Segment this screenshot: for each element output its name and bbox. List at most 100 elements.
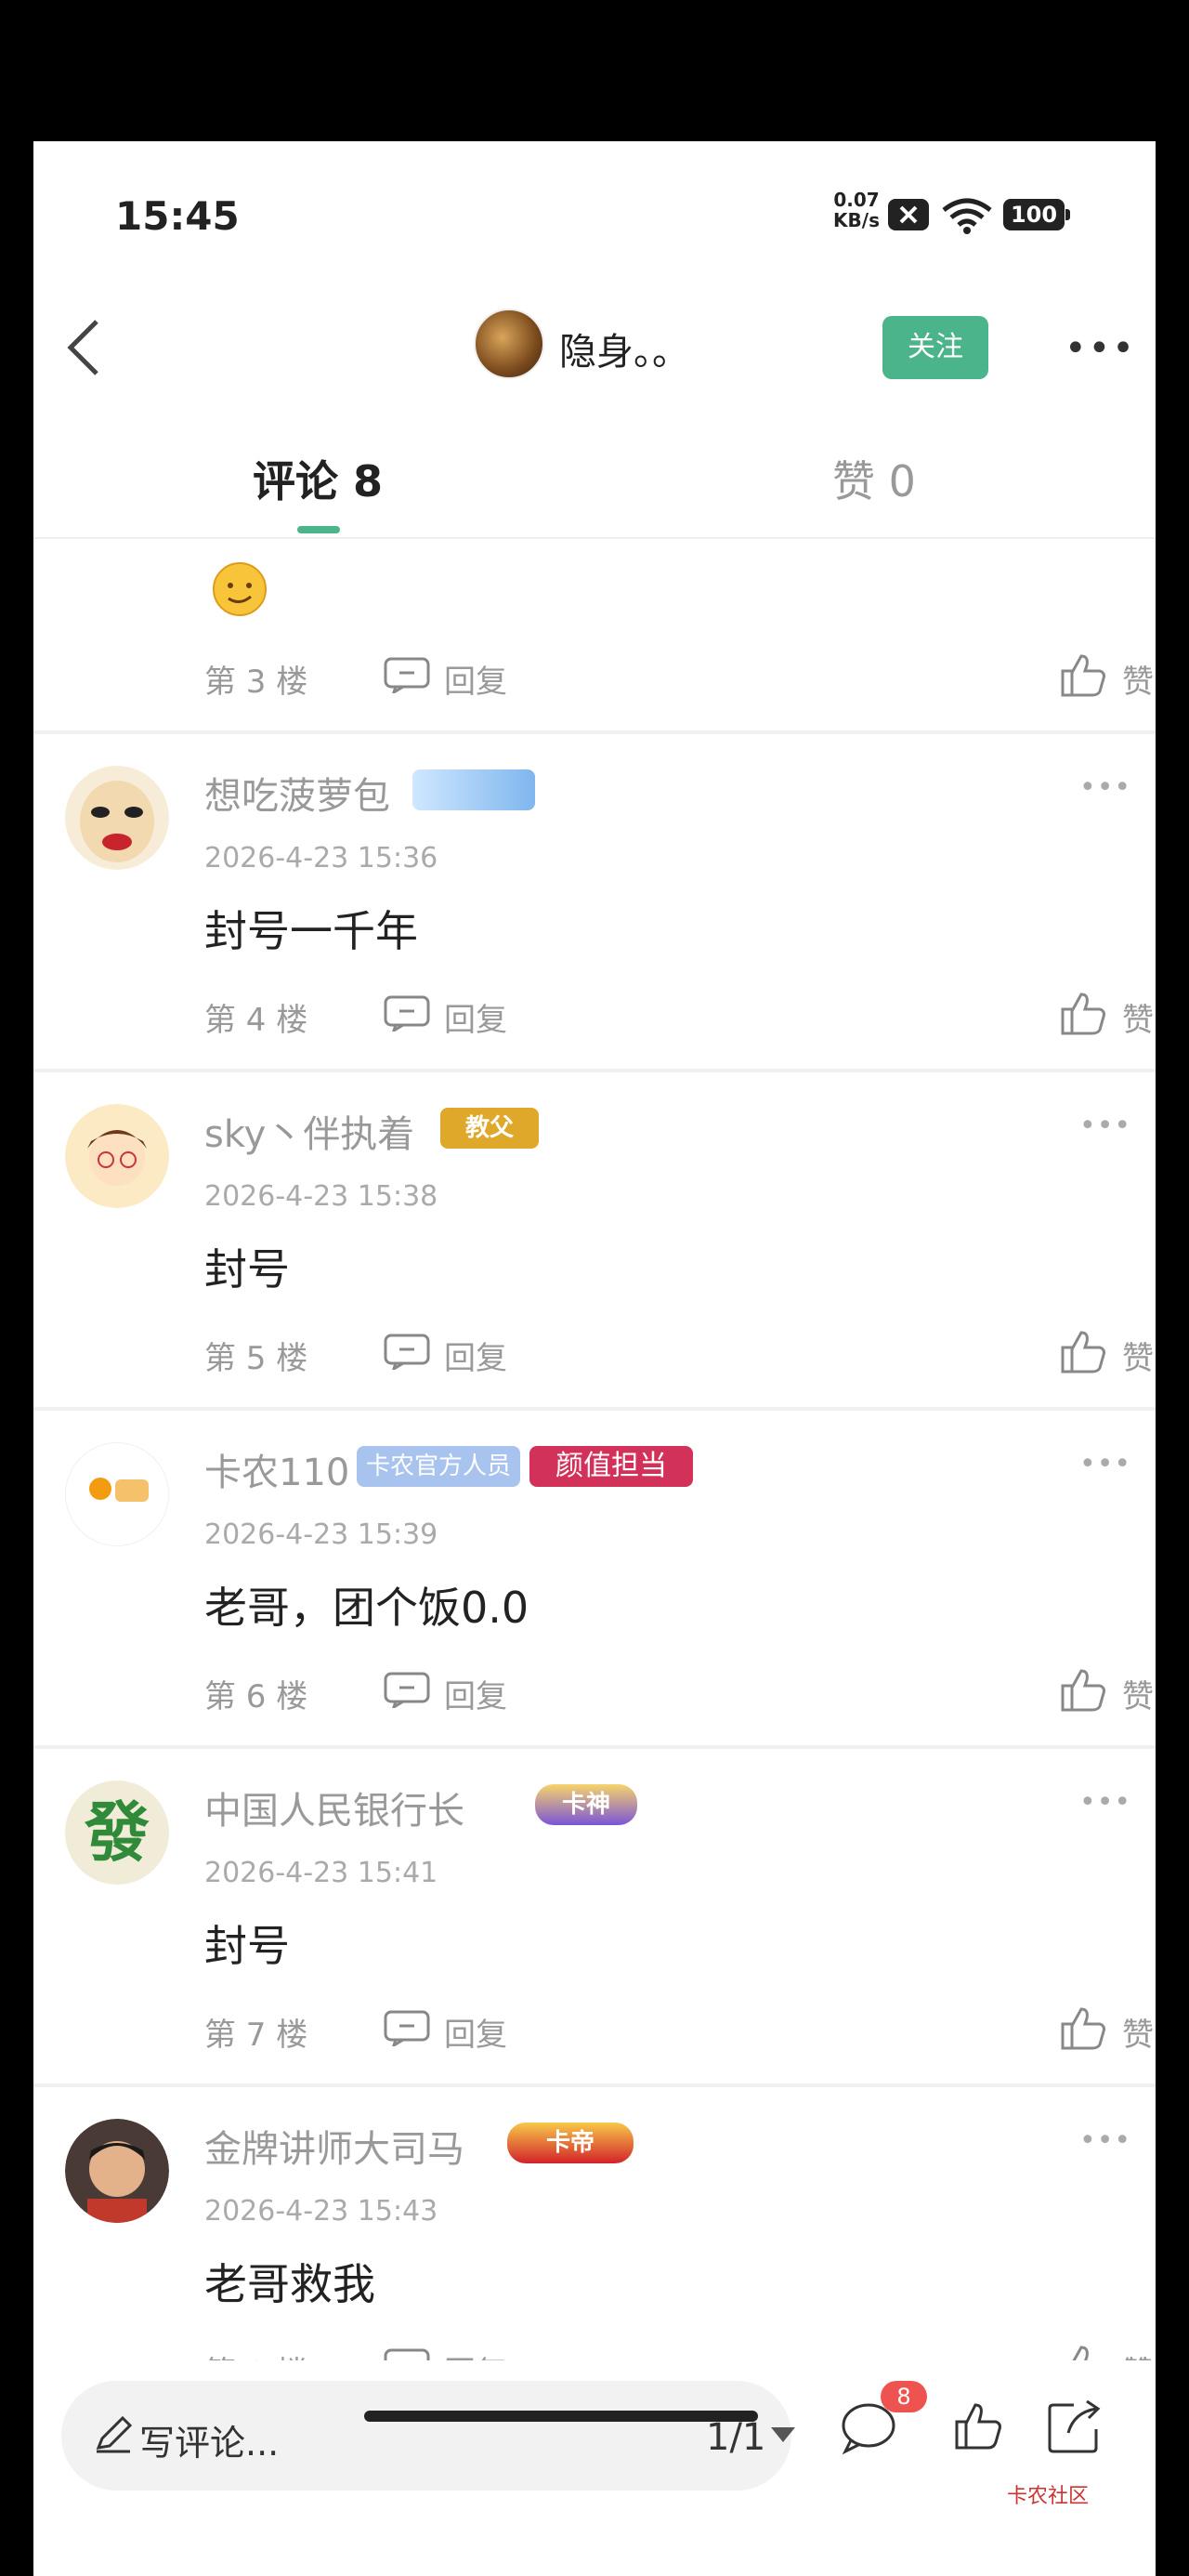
official-staff-badge: 卡农官方人员: [357, 1446, 520, 1487]
tab-bar: 评论 8 赞 0: [33, 405, 1156, 539]
comment-more-icon[interactable]: •••: [1079, 1110, 1131, 1142]
status-time: 15:45: [115, 193, 240, 239]
net-speed-value: 0.07: [833, 189, 880, 211]
thumbs-up-icon[interactable]: [1059, 2342, 1107, 2360]
user-avatar[interactable]: [65, 2119, 169, 2223]
floor-label: 第 8 楼: [204, 2347, 307, 2360]
user-avatar[interactable]: [65, 766, 169, 870]
like-button[interactable]: 赞: [1122, 656, 1154, 702]
comment-text: 封号: [204, 1921, 290, 1971]
tab-comments[interactable]: 评论 8: [253, 448, 383, 509]
watermark-logo: 卡农社区: [1007, 2485, 1090, 2508]
user-avatar[interactable]: [65, 1104, 169, 1208]
thumbs-up-icon[interactable]: [1059, 1327, 1107, 1375]
comment-time: 2026-4-23 15:43: [204, 2195, 438, 2228]
user-avatar[interactable]: [65, 1442, 169, 1546]
notification-x-icon: [888, 199, 929, 230]
app-screen: 15:45 0.07 KB/s 100 隐身。。 关注 ••• 评论 8 赞 0: [33, 141, 1156, 2576]
user-title-badge: 卡帝: [507, 2123, 634, 2163]
comment-text: 老哥救我: [204, 2259, 375, 2309]
like-button[interactable]: 赞: [1122, 994, 1154, 1040]
user-title-badge: 卡神: [535, 1784, 637, 1825]
author-name[interactable]: 隐身。。: [559, 322, 689, 375]
comment-text: 老哥，团个饭0.0: [204, 1583, 529, 1633]
comment-more-icon[interactable]: •••: [1079, 1448, 1131, 1480]
reply-icon[interactable]: [383, 994, 431, 1032]
comment-list[interactable]: 第 3 楼 回复 赞 想吃菠萝包 ••• 2026-4-23 15:36 封号一…: [33, 541, 1156, 2360]
comment-footer: 第 4 楼 回复 赞: [204, 985, 1154, 1041]
user-title-badge: [412, 769, 535, 810]
reply-icon[interactable]: [383, 656, 431, 693]
floor-label: 第 7 楼: [204, 2017, 308, 2054]
share-icon[interactable]: [1046, 2399, 1102, 2455]
reply-button[interactable]: 回复: [444, 656, 507, 702]
comment-footer: 第 3 楼 回复 赞: [204, 647, 1154, 703]
comment-item: 想吃菠萝包 ••• 2026-4-23 15:36 封号一千年 第 4 楼 回复…: [33, 734, 1156, 1072]
pen-icon: [96, 2415, 133, 2453]
thumbs-up-icon[interactable]: [1059, 1665, 1107, 1714]
reply-button[interactable]: 回复: [444, 1333, 507, 1378]
thumbs-up-icon[interactable]: [1059, 989, 1107, 1037]
back-arrow-icon[interactable]: [59, 318, 111, 377]
comment-count-badge: 8: [881, 2381, 927, 2412]
thumbs-up-icon[interactable]: [1059, 2004, 1107, 2052]
thumbs-up-icon[interactable]: [1059, 651, 1107, 699]
username[interactable]: 卡农110: [204, 1442, 349, 1496]
tab-likes[interactable]: 赞 0: [832, 448, 916, 509]
reply-button[interactable]: 回复: [444, 2009, 507, 2055]
comment-more-icon[interactable]: •••: [1079, 2124, 1131, 2157]
reply-icon[interactable]: [383, 1671, 431, 1708]
user-title-badge: 教父: [440, 1108, 539, 1149]
comment-item: sky丶伴执着 教父 ••• 2026-4-23 15:38 封号 第 5 楼 …: [33, 1072, 1156, 1411]
comment-footer: 第 6 楼 回复 赞: [204, 1662, 1154, 1717]
reply-button[interactable]: 回复: [444, 1671, 507, 1716]
thumbs-up-icon[interactable]: [953, 2399, 1005, 2451]
floor-label: 第 6 楼: [204, 1678, 308, 1715]
comment-item: 卡农110 卡农官方人员 颜值担当 ••• 2026-4-23 15:39 老哥…: [33, 1411, 1156, 1749]
comment-time: 2026-4-23 15:38: [204, 1180, 438, 1213]
emoji-sticker-icon: [213, 562, 267, 616]
bottom-action-bar: 写评论... 1/1 8 卡农社区: [33, 2360, 1156, 2576]
page-indicator[interactable]: 1/1: [706, 2416, 765, 2459]
comment-more-icon[interactable]: •••: [1079, 1786, 1131, 1819]
user-avatar[interactable]: 發: [65, 1781, 169, 1885]
active-tab-indicator: [297, 526, 340, 533]
net-speed-unit: KB/s: [833, 209, 880, 231]
user-title-badge: 颜值担当: [529, 1446, 693, 1487]
comment-item: 金牌讲师大司马 卡帝 ••• 2026-4-23 15:43 老哥救我 第 8 …: [33, 2087, 1156, 2360]
like-button[interactable]: 赞: [1122, 2347, 1154, 2360]
comment-footer: 第 8 楼 回复 赞: [204, 2338, 1154, 2360]
home-indicator[interactable]: [364, 2411, 758, 2422]
username[interactable]: 想吃菠萝包: [204, 766, 390, 820]
caret-down-icon[interactable]: [771, 2427, 795, 2444]
username[interactable]: 金牌讲师大司马: [204, 2119, 464, 2173]
floor-label: 第 4 楼: [204, 1002, 308, 1039]
comment-text: 封号: [204, 1244, 290, 1295]
username[interactable]: 中国人民银行长: [204, 1781, 464, 1834]
net-speed: 0.07 KB/s: [829, 190, 884, 230]
top-nav: 隐身。。 关注 •••: [33, 290, 1156, 405]
like-button[interactable]: 赞: [1122, 1671, 1154, 1716]
reply-icon[interactable]: [383, 1333, 431, 1370]
comment-item: 第 3 楼 回复 赞: [33, 541, 1156, 734]
status-bar: 15:45 0.07 KB/s 100: [33, 141, 1156, 290]
comment-input[interactable]: 写评论... 1/1: [61, 2381, 795, 2491]
reply-icon[interactable]: [383, 2009, 431, 2046]
comment-text: 封号一千年: [204, 906, 418, 956]
comment-placeholder: 写评论...: [139, 2423, 280, 2464]
comment-time: 2026-4-23 15:39: [204, 1518, 438, 1551]
floor-label: 第 3 楼: [204, 664, 308, 701]
wifi-icon: [942, 198, 992, 234]
like-button[interactable]: 赞: [1122, 1333, 1154, 1378]
more-options-icon[interactable]: •••: [1065, 327, 1136, 370]
username[interactable]: sky丶伴执着: [204, 1104, 414, 1158]
reply-button[interactable]: 回复: [444, 994, 507, 1040]
reply-button[interactable]: 回复: [444, 2347, 507, 2360]
like-button[interactable]: 赞: [1122, 2009, 1154, 2055]
follow-button[interactable]: 关注: [882, 316, 988, 379]
author-avatar[interactable]: [474, 309, 544, 379]
comment-more-icon[interactable]: •••: [1079, 771, 1131, 804]
comment-time: 2026-4-23 15:41: [204, 1857, 438, 1889]
reply-icon[interactable]: [383, 2347, 431, 2360]
comment-item: 發 中国人民银行长 卡神 ••• 2026-4-23 15:41 封号 第 7 …: [33, 1749, 1156, 2087]
